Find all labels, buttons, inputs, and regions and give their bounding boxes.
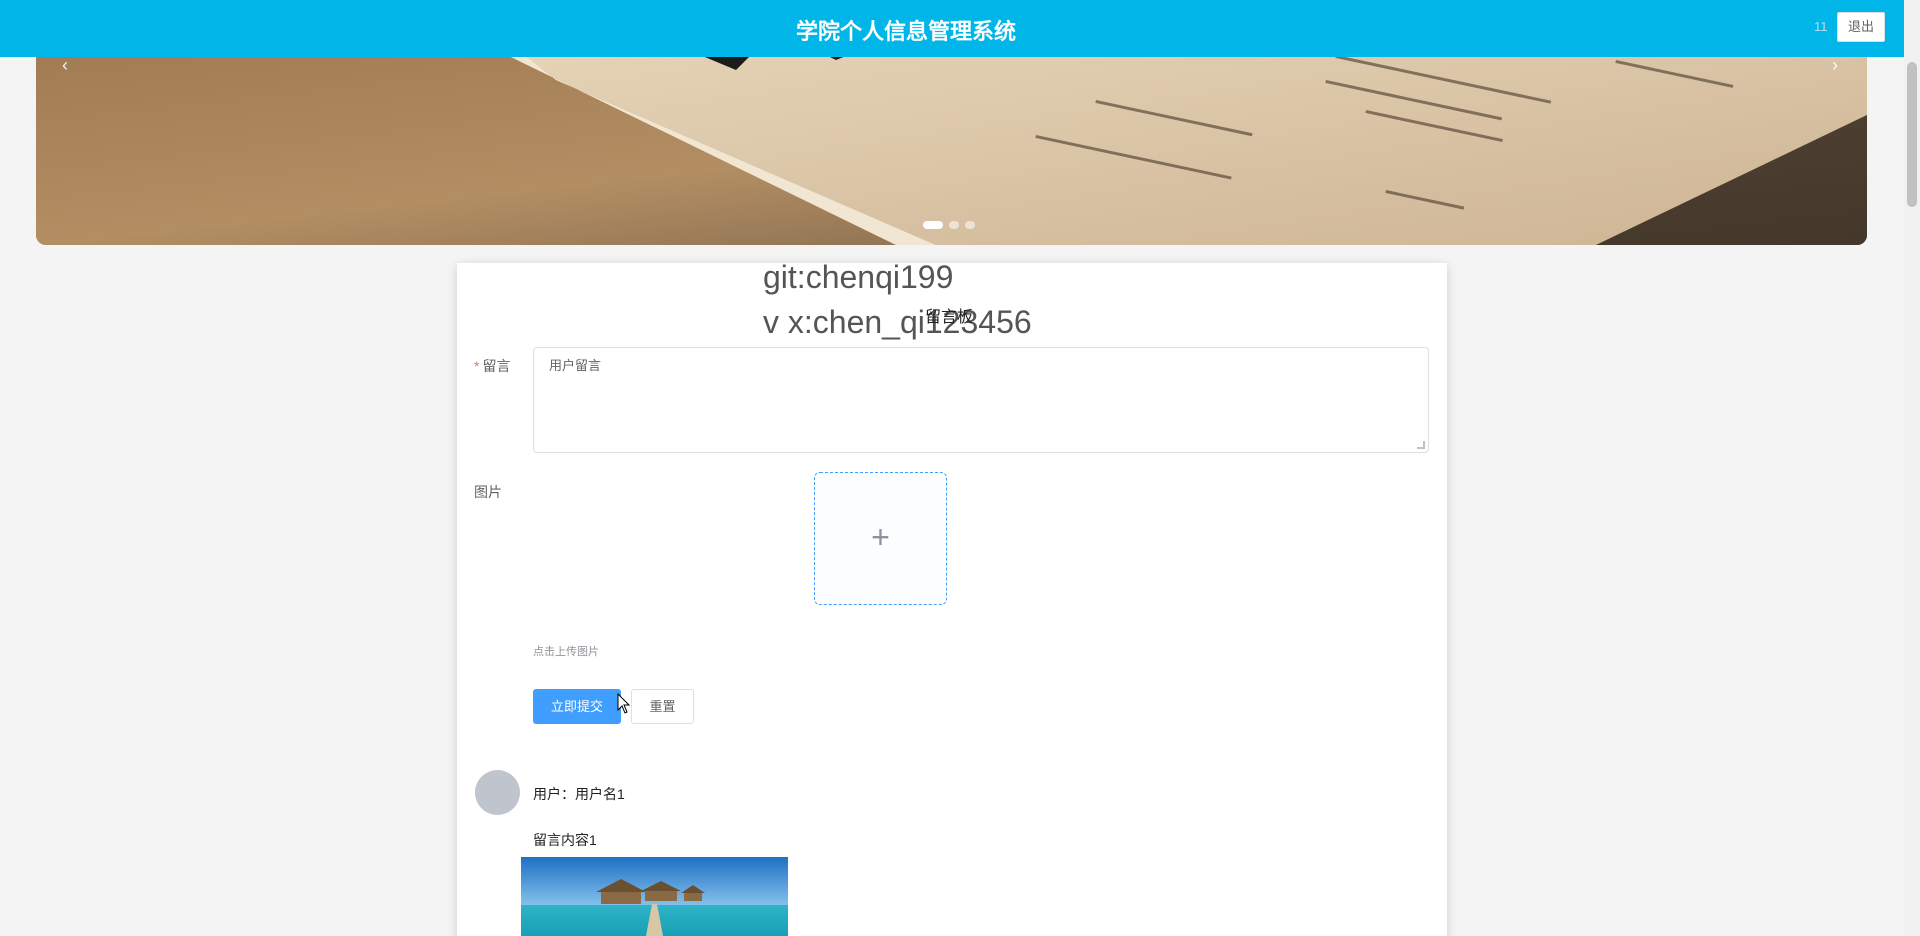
banner-carousel: ‹ › — [36, 40, 1867, 245]
comment-image — [521, 857, 788, 936]
reset-button[interactable]: 重置 — [631, 689, 694, 724]
current-user: 11 — [1814, 19, 1828, 34]
top-navbar: 学院个人信息管理系统 11 退出 — [0, 0, 1904, 57]
carousel-prev-icon[interactable]: ‹ — [62, 55, 68, 76]
app-title: 学院个人信息管理系统 — [795, 20, 1016, 45]
message-label-text: 留言 — [482, 358, 511, 374]
image-label: 图片 — [474, 484, 502, 500]
watermark-line: v x:chen_qi123456 — [763, 304, 1032, 340]
page-scrollbar[interactable] — [1904, 0, 1920, 936]
carousel-next-icon[interactable]: › — [1832, 55, 1838, 76]
carousel-indicators — [923, 221, 975, 229]
watermark: git:chenqi199 v x:chen_qi123456 — [763, 255, 1032, 345]
carousel-dot[interactable] — [949, 221, 959, 229]
banner-image — [36, 40, 1867, 245]
page-title: 留言板 — [925, 309, 974, 326]
resize-handle-icon[interactable] — [1417, 441, 1425, 449]
carousel-dot[interactable] — [923, 221, 943, 229]
message-label: * 留言 — [474, 356, 510, 376]
mouse-cursor-icon — [617, 693, 631, 714]
carousel-dot[interactable] — [965, 221, 975, 229]
message-placeholder: 用户留言 — [549, 358, 602, 373]
required-mark: * — [474, 358, 480, 374]
upload-hint: 点击上传图片 — [533, 646, 599, 658]
watermark-line: git:chenqi199 — [763, 259, 954, 295]
message-textarea[interactable]: 用户留言 — [533, 347, 1429, 453]
submit-button[interactable]: 立即提交 — [533, 689, 621, 724]
comment-user: 用户：用户名1 — [533, 786, 625, 802]
logout-button[interactable]: 退出 — [1837, 12, 1885, 42]
avatar — [475, 770, 520, 815]
comment-content: 留言内容1 — [533, 832, 597, 848]
plus-icon: + — [871, 519, 890, 555]
comment-photo — [521, 857, 788, 936]
image-upload-box[interactable]: + — [814, 472, 947, 605]
scrollbar-thumb[interactable] — [1907, 62, 1917, 207]
